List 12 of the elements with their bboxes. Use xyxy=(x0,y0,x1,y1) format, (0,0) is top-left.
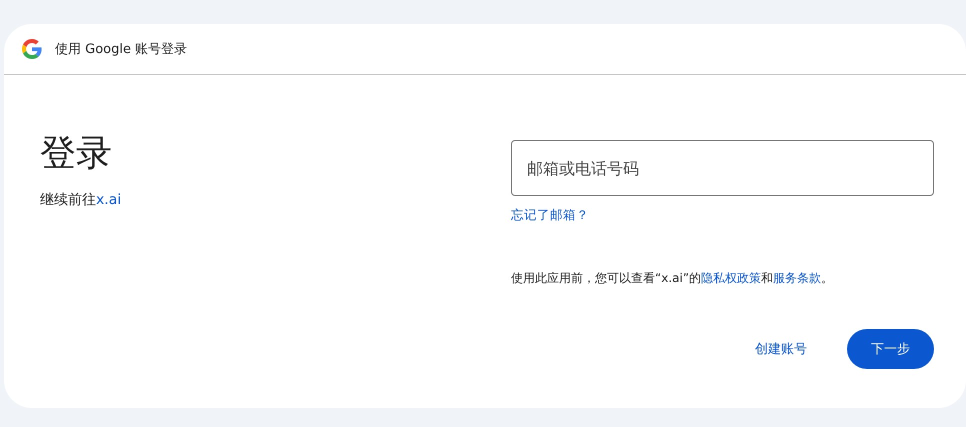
header-title: 使用 Google 账号登录 xyxy=(55,41,188,58)
policy-link[interactable]: 隐私权政策 xyxy=(701,271,762,285)
create-account-button[interactable]: 创建账号 xyxy=(735,329,827,369)
sign-in-heading: 登录 xyxy=(40,132,113,176)
email-field[interactable]: 邮箱或电话号码 xyxy=(511,140,934,196)
policy-link[interactable]: 服务条款 xyxy=(773,271,822,285)
site-link[interactable]: x.ai xyxy=(96,192,122,208)
forgot-email-link[interactable]: 忘记了邮箱？ xyxy=(511,207,589,224)
next-button[interactable]: 下一步 xyxy=(847,329,934,369)
privacy-notice: 使用此应用前，您可以查看“x.ai”的隐私权政策和服务条款。 xyxy=(511,270,834,287)
google-logo-icon xyxy=(22,39,42,59)
continue-text: 继续前往x.ai xyxy=(40,191,122,209)
